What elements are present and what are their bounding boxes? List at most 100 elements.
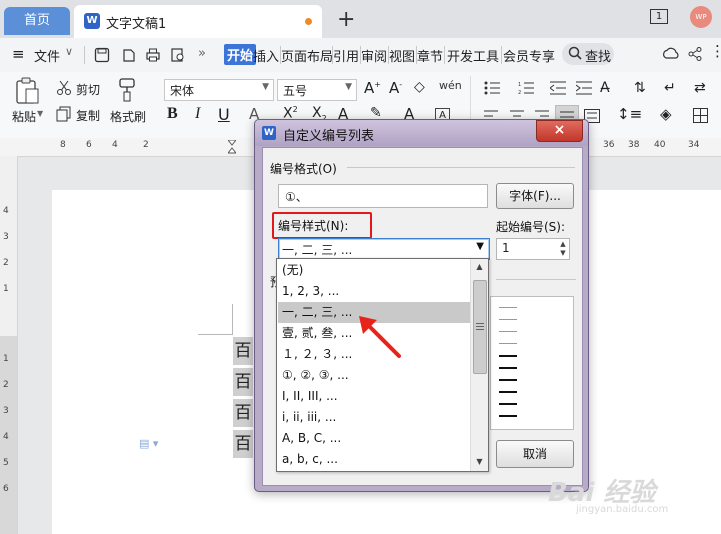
search-button[interactable]: 查找	[562, 43, 614, 65]
pinyin-guide-icon[interactable]: wén	[439, 79, 462, 92]
menu-page-layout[interactable]: 页面布局	[281, 46, 333, 65]
tab-document[interactable]: W 文字文稿1	[74, 5, 322, 38]
cut-icon[interactable]	[56, 80, 72, 99]
show-marks-icon[interactable]: ↵	[664, 80, 676, 96]
line-spacing-icon[interactable]: ↕≡	[617, 105, 642, 123]
menu-separator	[444, 46, 445, 64]
font-name-select[interactable]: 宋体 ▼	[164, 79, 274, 101]
font-size-value: 五号	[283, 84, 308, 98]
copy-icon[interactable]	[56, 106, 72, 125]
watermark-url: jingyan.baidu.com	[576, 504, 669, 515]
export-icon[interactable]	[120, 47, 136, 66]
spin-up-icon[interactable]: ▲	[558, 240, 568, 248]
save-icon[interactable]	[94, 47, 110, 66]
increase-font-icon[interactable]: A+	[364, 79, 381, 97]
scrollbar-thumb[interactable]	[473, 280, 487, 374]
numbered-list-icon[interactable]: 12	[518, 81, 534, 98]
document-text-line[interactable]: 百	[233, 337, 253, 365]
italic-button[interactable]: I	[195, 105, 200, 123]
menu-start[interactable]: 开始	[224, 44, 257, 65]
border-icon[interactable]	[693, 108, 708, 126]
cancel-button[interactable]: 取消	[496, 440, 574, 468]
number-style-select[interactable]: 一, 二, 三, ... ▼	[278, 238, 490, 260]
number-format-input[interactable]: ①、	[278, 184, 488, 208]
paragraph-layout-icon[interactable]: ▤ ▾	[139, 437, 158, 450]
dropdown-option[interactable]: ①, ②, ③, ...	[278, 365, 474, 386]
more-commands-icon[interactable]: »	[198, 46, 206, 61]
paste-icon[interactable]	[14, 77, 40, 108]
file-dropdown-chevron-icon[interactable]: ∨	[65, 45, 73, 58]
underline-button[interactable]: U	[218, 105, 230, 124]
close-button[interactable]: ×	[536, 120, 583, 142]
bullet-list-icon[interactable]	[484, 81, 500, 98]
menu-insert[interactable]: 插入	[253, 46, 279, 65]
preview-line	[499, 307, 517, 308]
number-style-dropdown[interactable]: (无) 1, 2, 3, ... 一, 二, 三, ... 壹, 贰, 叁, .…	[276, 258, 489, 472]
ruler-number: 2	[143, 140, 149, 150]
print-preview-icon[interactable]	[170, 47, 186, 66]
margin-guide	[232, 304, 233, 335]
indent-marker-icon[interactable]	[226, 139, 238, 154]
chinese-layout-icon[interactable]: A̶	[600, 80, 610, 96]
chevron-down-icon: ▼	[476, 241, 484, 252]
menu-references[interactable]: 引用	[333, 46, 359, 65]
dialog-title: 自定义编号列表	[283, 129, 375, 144]
dropdown-option[interactable]: A, B, C, ...	[278, 428, 474, 449]
scroll-down-icon[interactable]: ▼	[473, 455, 486, 469]
print-icon[interactable]	[145, 47, 161, 66]
share-icon[interactable]	[687, 46, 703, 65]
svg-text:2: 2	[518, 90, 521, 95]
decrease-font-icon[interactable]: A-	[389, 79, 402, 97]
scroll-up-icon[interactable]: ▲	[473, 260, 486, 274]
ruler-number: 1	[3, 284, 9, 294]
format-painter-button[interactable]: 格式刷	[110, 108, 146, 125]
shading-icon[interactable]: ◈	[660, 105, 672, 123]
paste-button[interactable]: 粘贴	[12, 108, 36, 125]
cut-button[interactable]: 剪切	[76, 81, 100, 98]
ruler-number: 2	[3, 380, 9, 390]
number-style-value: 一, 二, 三, ...	[282, 243, 353, 257]
text-direction-icon[interactable]: ⇄	[694, 80, 706, 96]
menu-file[interactable]: 文件	[34, 46, 60, 65]
document-text-line[interactable]: 百	[233, 368, 253, 396]
paste-dropdown-chevron-icon[interactable]: ▼	[37, 109, 43, 118]
format-painter-icon[interactable]	[116, 77, 138, 106]
chevron-down-icon: ▼	[262, 82, 269, 92]
menu-section[interactable]: 章节	[417, 46, 443, 65]
sort-icon[interactable]: ⇅	[634, 80, 646, 96]
bold-button[interactable]: B	[167, 105, 178, 123]
increase-indent-icon[interactable]	[575, 81, 592, 98]
font-button[interactable]: 字体(F)...	[496, 183, 574, 209]
spin-down-icon[interactable]: ▼	[558, 249, 568, 257]
chevron-down-icon: ▼	[345, 82, 352, 92]
menu-view[interactable]: 视图	[389, 46, 415, 65]
decrease-indent-icon[interactable]	[549, 81, 566, 98]
svg-text:1: 1	[518, 82, 521, 88]
cloud-icon[interactable]	[662, 46, 680, 65]
document-text-line[interactable]: 百	[233, 430, 253, 458]
avatar[interactable]: WP	[690, 6, 712, 28]
start-number-input[interactable]: 1 ▲ ▼	[496, 238, 570, 260]
hamburger-menu-icon[interactable]: ≡	[12, 45, 25, 63]
tab-home[interactable]: 首页	[4, 7, 70, 35]
dropdown-scrollbar[interactable]: ▲ ▼	[470, 259, 488, 471]
menu-review[interactable]: 审阅	[361, 46, 387, 65]
font-size-select[interactable]: 五号 ▼	[277, 79, 357, 101]
vertical-ruler[interactable]: 4 3 2 1 1 2 3 4 5 6	[0, 156, 18, 534]
menu-developer-tools[interactable]: 开发工具	[447, 46, 499, 65]
dropdown-option[interactable]: (无)	[278, 260, 474, 281]
format-group-label: 编号格式(O)	[270, 162, 337, 176]
document-text-line[interactable]: 百	[233, 399, 253, 427]
dropdown-option[interactable]: 1, 2, 3, ...	[278, 281, 474, 302]
preview-line	[499, 343, 517, 344]
dropdown-option[interactable]: I, II, III, ...	[278, 386, 474, 407]
dropdown-option[interactable]: a, b, c, ...	[278, 449, 474, 470]
group-divider	[496, 279, 576, 280]
new-tab-button[interactable]: +	[337, 7, 355, 32]
window-count-badge[interactable]: 1	[650, 9, 668, 24]
copy-button[interactable]: 复制	[76, 107, 100, 124]
clear-format-icon[interactable]: ◇	[414, 79, 425, 95]
dropdown-option[interactable]: i, ii, iii, ...	[278, 407, 474, 428]
menu-member[interactable]: 会员专享	[503, 46, 555, 65]
more-options-icon[interactable]: ⋮	[710, 42, 721, 60]
